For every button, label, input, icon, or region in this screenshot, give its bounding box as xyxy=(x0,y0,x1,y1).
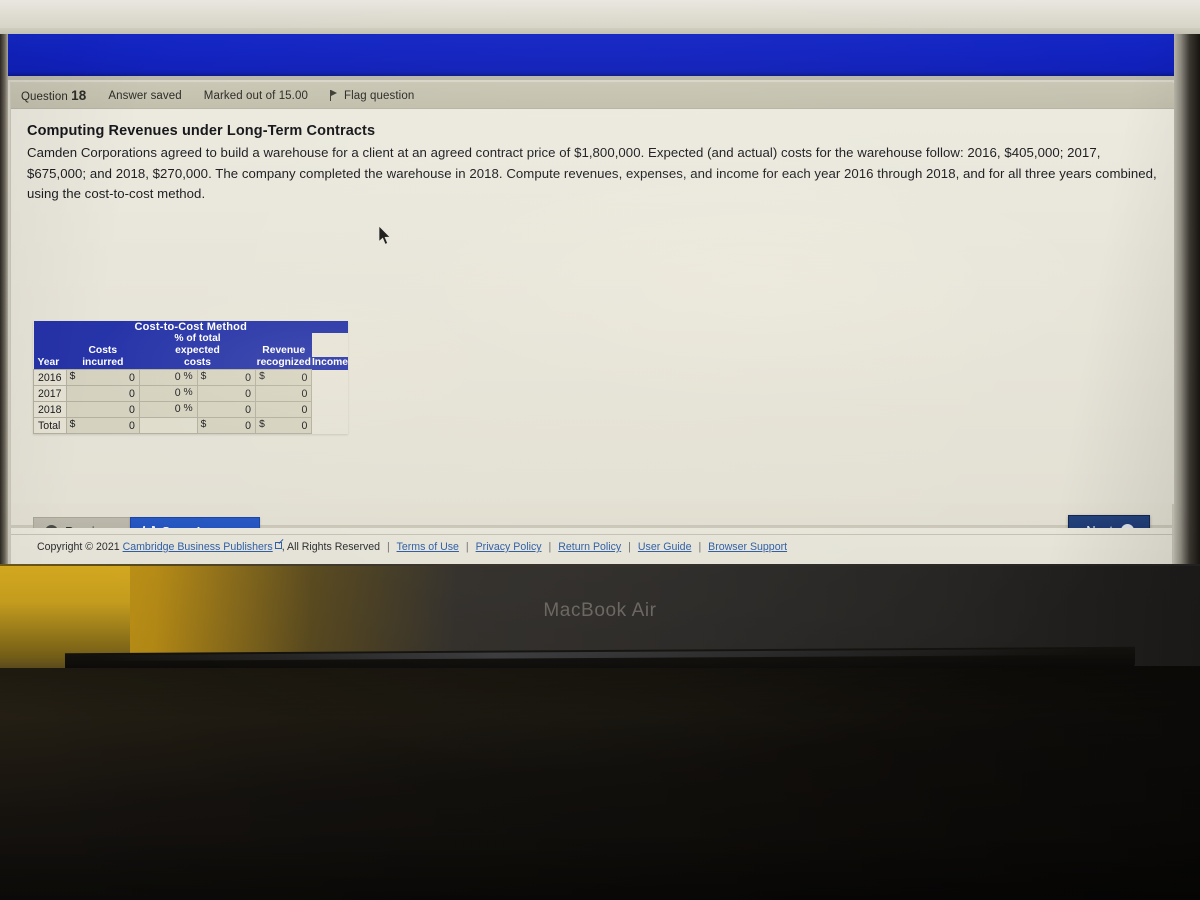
table-row: Total $0 $0 $0 xyxy=(33,417,348,434)
footer: Copyright © 2021 Cambridge Business Publ… xyxy=(11,534,1174,559)
revenue-recognized-input[interactable]: 0 xyxy=(196,401,257,418)
col-revenue-line2: recognized xyxy=(256,357,311,368)
table-title-row: Cost-to-Cost Method xyxy=(33,321,348,333)
costs-incurred-input[interactable]: 0 xyxy=(65,385,140,402)
col-costs-line1: Costs xyxy=(88,345,118,356)
footer-link-return[interactable]: Return Policy xyxy=(558,541,621,553)
table-cell-year: 2017 xyxy=(33,385,67,402)
wall-above-laptop xyxy=(0,0,1200,30)
copyright-text: Copyright © 2021 xyxy=(37,541,120,553)
question-header: Question 18 Answer saved Marked out of 1… xyxy=(11,83,1174,109)
footer-link-browser-support[interactable]: Browser Support xyxy=(708,541,787,553)
income-input[interactable]: $0 xyxy=(255,417,313,434)
question-body: Computing Revenues under Long-Term Contr… xyxy=(11,109,1174,547)
col-pct-line1: expected xyxy=(175,345,220,356)
revenue-recognized-input[interactable]: $0 xyxy=(196,369,257,386)
table-cell-year: 2018 xyxy=(33,401,67,418)
cost-to-cost-table: Cost-to-Cost Method % of total Costs exp… xyxy=(33,321,348,434)
table-head: Cost-to-Cost Method % of total Costs exp… xyxy=(33,321,348,370)
question-text: Camden Corporations agreed to build a wa… xyxy=(27,145,1157,201)
table-row: 2016 $0 0% $0 $0 xyxy=(33,369,348,386)
right-bezel xyxy=(1174,34,1200,570)
footer-link-user-guide[interactable]: User Guide xyxy=(638,541,692,553)
footer-sep-3: | xyxy=(548,541,552,553)
rights-text: , All Rights Reserved xyxy=(281,541,381,553)
table-subheader-row: % of total xyxy=(33,333,348,345)
quiz-panel: Question 18 Answer saved Marked out of 1… xyxy=(10,82,1174,547)
table-row: 2018 0 0% 0 0 xyxy=(33,401,348,418)
pct-expected-costs-input[interactable]: 0% xyxy=(138,401,198,418)
table-body: 2016 $0 0% $0 $0 2017 0 0% 0 0 2018 0 0% 0 0 Total $0 $0 $… xyxy=(33,369,348,434)
external-link-icon xyxy=(274,542,282,549)
income-input[interactable]: 0 xyxy=(255,385,313,402)
question-title: Computing Revenues under Long-Term Contr… xyxy=(27,123,376,139)
footer-sep-2: | xyxy=(465,541,469,553)
table-row: 2017 0 0% 0 0 xyxy=(33,385,348,402)
table-title: Cost-to-Cost Method xyxy=(134,321,248,333)
pct-expected-costs-input[interactable]: 0% xyxy=(138,385,198,402)
browser-chrome-bar[interactable] xyxy=(0,34,1200,80)
col-income: Income xyxy=(311,357,348,369)
costs-incurred-input[interactable]: $0 xyxy=(65,369,140,386)
col-costs-line2: incurred xyxy=(82,357,124,368)
income-input[interactable]: $0 xyxy=(255,369,313,386)
question-number: 18 xyxy=(71,88,87,103)
revenue-recognized-input[interactable]: $0 xyxy=(196,417,257,434)
footer-sep-4: | xyxy=(628,541,631,553)
footer-sep-1: | xyxy=(387,541,390,553)
footer-sep-5: | xyxy=(698,541,702,553)
marked-out-of: Marked out of 15.00 xyxy=(203,89,308,102)
flag-icon xyxy=(329,90,339,101)
footer-link-terms[interactable]: Terms of Use xyxy=(397,541,459,553)
left-bezel xyxy=(0,34,8,570)
income-input[interactable]: 0 xyxy=(255,401,313,418)
question-word: Question xyxy=(21,91,68,103)
table-colheader-row-2: Year incurred costs recognized Income xyxy=(33,357,348,370)
laptop-photo: Question 18 Answer saved Marked out of 1… xyxy=(0,0,1200,900)
col-revenue-line1: Revenue xyxy=(262,345,306,356)
pct-expected-costs-input[interactable]: 0% xyxy=(138,369,198,386)
keyboard[interactable]: ☀F11☀F12▤F13⌸F14∙∙F15☀F16◀◀F17▶‖F18▶▶F19… xyxy=(0,668,1200,900)
mouse-cursor-icon xyxy=(379,226,391,245)
flag-question-label: Flag question xyxy=(343,89,415,102)
pct-of-total-label: % of total xyxy=(174,333,221,344)
publisher-link[interactable]: Cambridge Business Publishers xyxy=(123,541,273,553)
flag-question-button[interactable]: Flag question xyxy=(329,89,415,102)
col-pct-line2: costs xyxy=(184,357,211,368)
laptop-screen: Question 18 Answer saved Marked out of 1… xyxy=(0,34,1200,570)
costs-incurred-input[interactable]: 0 xyxy=(65,401,140,418)
macbook-air-label: MacBook Air xyxy=(543,600,657,621)
costs-incurred-input[interactable]: $0 xyxy=(65,417,140,434)
col-year: Year xyxy=(37,357,60,368)
question-label: Question 18 xyxy=(21,88,86,103)
revenue-recognized-input[interactable]: 0 xyxy=(196,385,257,402)
table-colheader-row-1: Costs expected Revenue xyxy=(33,345,348,357)
table-cell-year: Total xyxy=(33,417,67,434)
pct-expected-costs-input xyxy=(138,417,198,434)
answer-status: Answer saved xyxy=(108,89,182,102)
table-cell-year: 2016 xyxy=(33,369,67,386)
footer-link-privacy[interactable]: Privacy Policy xyxy=(476,541,542,553)
